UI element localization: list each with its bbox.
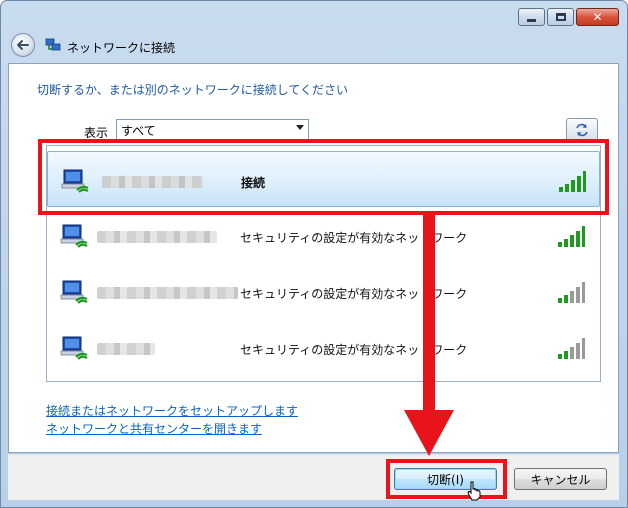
filter-selected-value: すべて <box>121 124 156 138</box>
instruction-text: 切断するか、または別のネットワークに接続してください <box>37 83 349 97</box>
close-icon: ✕ <box>592 10 603 24</box>
network-name-obscured <box>97 287 238 299</box>
highlight-disconnect-button <box>386 459 507 499</box>
filter-dropdown[interactable]: すべて <box>116 119 309 140</box>
annotation-arrow-shaft <box>423 214 435 414</box>
network-row[interactable]: セキュリティの設定が有効なネットワーク <box>47 263 600 319</box>
close-button[interactable]: ✕ <box>576 8 619 26</box>
minimize-icon <box>527 18 536 22</box>
maximize-button[interactable] <box>547 8 574 26</box>
network-icon <box>45 38 61 51</box>
annotation-arrow-head <box>404 410 454 456</box>
back-arrow-icon <box>17 40 29 50</box>
network-row[interactable]: セキュリティの設定が有効なネットワーク <box>47 319 600 375</box>
setup-connection-link[interactable]: 接続またはネットワークをセットアップします <box>46 402 298 419</box>
hand-cursor-icon <box>467 481 481 501</box>
wireless-network-icon <box>60 280 88 304</box>
refresh-icon <box>576 123 588 137</box>
wireless-network-icon <box>60 224 88 248</box>
highlight-selected-network <box>38 139 609 215</box>
maximize-icon <box>555 13 566 21</box>
signal-strength-icon <box>558 282 585 303</box>
wireless-network-icon <box>60 336 88 360</box>
network-sharing-center-link[interactable]: ネットワークと共有センターを開きます <box>46 420 262 437</box>
title-bar: ✕ ネットワークに接続 <box>1 1 627 63</box>
window-title: ネットワークに接続 <box>67 41 176 55</box>
minimize-button[interactable] <box>518 8 545 26</box>
caption-buttons: ✕ <box>518 8 619 26</box>
network-row[interactable]: セキュリティの設定が有効なネットワーク <box>47 207 600 263</box>
network-name-obscured <box>97 231 217 243</box>
back-button[interactable] <box>11 33 35 57</box>
chevron-down-icon <box>296 125 304 130</box>
signal-strength-icon <box>558 226 585 247</box>
cancel-button[interactable]: キャンセル <box>514 468 607 490</box>
signal-strength-icon <box>558 338 585 359</box>
network-name-obscured <box>97 343 155 355</box>
